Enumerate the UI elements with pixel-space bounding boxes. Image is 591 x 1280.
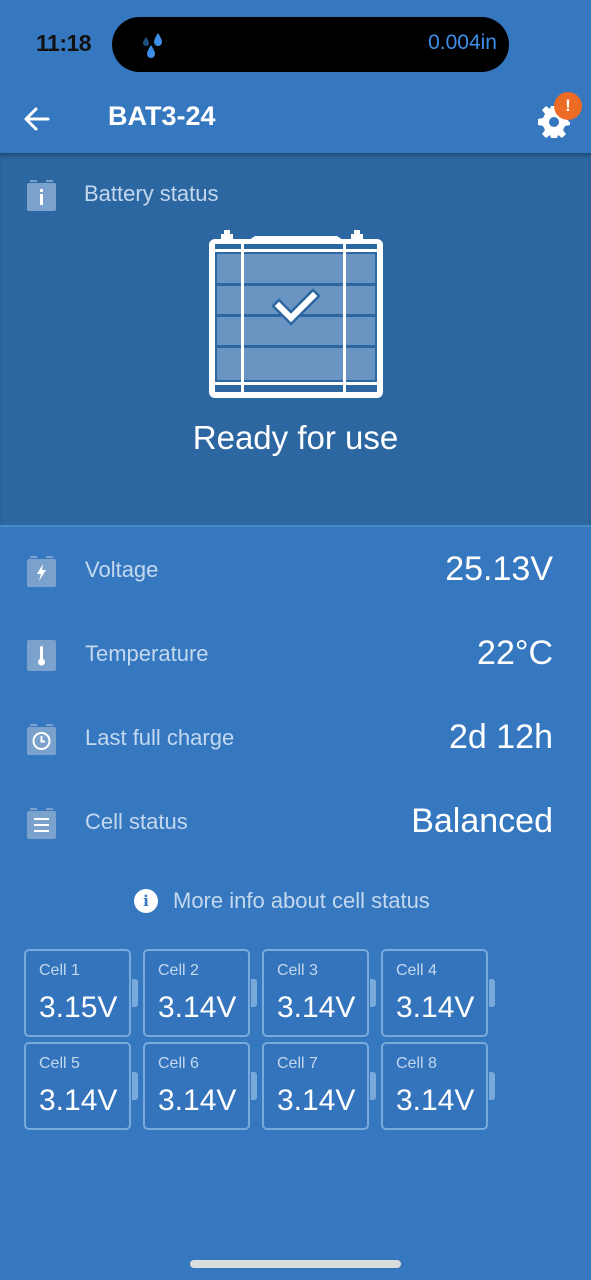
cell-voltage: 3.14V	[396, 991, 475, 1024]
cell-card: Cell 5 3.14V	[24, 1042, 138, 1130]
cell-voltage: 3.14V	[396, 1084, 475, 1117]
metric-value: 2d 12h	[449, 718, 553, 756]
cell-voltage: 3.15V	[39, 991, 118, 1024]
thermometer-icon	[27, 640, 56, 671]
cell-card: Cell 4 3.14V	[381, 949, 495, 1037]
rain-drops-icon	[143, 33, 162, 58]
page-title: BAT3-24	[108, 101, 216, 131]
battery-status-header: Battery status	[27, 180, 219, 211]
battery-check-icon	[209, 230, 383, 398]
clock-icon	[27, 724, 56, 755]
metric-value: 22°C	[477, 634, 553, 672]
cell-card: Cell 1 3.15V	[24, 949, 138, 1037]
metric-row-last-full-charge: Last full charge 2d 12h	[0, 696, 591, 780]
cell-terminal	[489, 1072, 495, 1100]
battery-status-panel: Battery status Ready for use	[0, 153, 591, 527]
cell-voltage: 3.14V	[277, 1084, 356, 1117]
arrow-left-icon[interactable]	[20, 102, 54, 136]
metric-value: Balanced	[411, 802, 553, 840]
cell-terminal	[370, 1072, 376, 1100]
info-battery-icon	[27, 180, 56, 211]
cell-card: Cell 7 3.14V	[262, 1042, 376, 1130]
cell-terminal	[370, 979, 376, 1007]
home-indicator[interactable]	[190, 1260, 401, 1268]
battery-status-label: Battery status	[84, 181, 219, 206]
cell-terminal	[489, 979, 495, 1007]
clock-time: 11:18	[36, 30, 92, 56]
cell-name: Cell 3	[277, 962, 318, 979]
metric-label: Cell status	[85, 809, 188, 834]
rainfall-readout: 0.004in	[428, 31, 497, 54]
info-icon: i	[134, 889, 158, 913]
cell-card: Cell 2 3.14V	[143, 949, 257, 1037]
cell-name: Cell 2	[158, 962, 199, 979]
cell-name: Cell 5	[39, 1055, 80, 1072]
cell-voltage: 3.14V	[158, 991, 237, 1024]
metric-row-temperature: Temperature 22°C	[0, 612, 591, 696]
settings-button[interactable]: !	[534, 92, 582, 142]
cell-card: Cell 6 3.14V	[143, 1042, 257, 1130]
alert-badge: !	[554, 92, 582, 120]
metric-label: Temperature	[85, 641, 209, 666]
cell-voltage: 3.14V	[39, 1084, 118, 1117]
cell-name: Cell 1	[39, 962, 80, 979]
cell-voltage: 3.14V	[277, 991, 356, 1024]
cell-name: Cell 8	[396, 1055, 437, 1072]
cell-terminal	[251, 1072, 257, 1100]
cell-card: Cell 8 3.14V	[381, 1042, 495, 1130]
more-info-cell-status-link[interactable]: i More info about cell status	[134, 886, 430, 916]
cell-terminal	[132, 1072, 138, 1100]
battery-status-text: Ready for use	[192, 419, 399, 456]
cell-terminal	[251, 979, 257, 1007]
metric-row-voltage: Voltage 25.13V	[0, 528, 591, 612]
dynamic-island[interactable]: 0.004in	[112, 17, 509, 72]
cell-name: Cell 4	[396, 962, 437, 979]
list-icon	[27, 808, 56, 839]
more-info-label: More info about cell status	[173, 888, 430, 913]
metric-label: Last full charge	[85, 725, 235, 750]
cell-name: Cell 6	[158, 1055, 199, 1072]
app-bar: BAT3-24 !	[0, 90, 591, 153]
metric-label: Voltage	[85, 557, 159, 582]
cell-name: Cell 7	[277, 1055, 318, 1072]
lightning-battery-icon	[27, 556, 56, 587]
metric-value: 25.13V	[445, 550, 553, 588]
cell-terminal	[132, 979, 138, 1007]
cell-card: Cell 3 3.14V	[262, 949, 376, 1037]
status-bar: 11:18 0.004in	[0, 0, 591, 90]
cell-voltage: 3.14V	[158, 1084, 237, 1117]
metric-row-cell-status: Cell status Balanced	[0, 780, 591, 864]
